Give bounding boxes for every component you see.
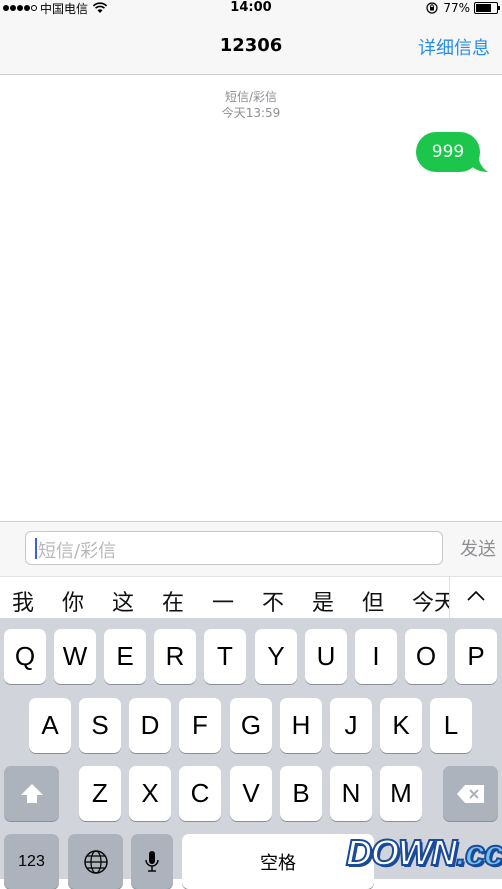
key-n[interactable]: N bbox=[330, 766, 372, 821]
shift-key[interactable] bbox=[4, 766, 59, 821]
status-bar: 中国电信 14:00 77% bbox=[0, 0, 502, 18]
orientation-lock-icon bbox=[426, 2, 438, 14]
backspace-icon bbox=[456, 784, 484, 803]
message-timestamp: 短信/彩信 今天13:59 bbox=[0, 89, 502, 121]
candidate-item[interactable]: 这 bbox=[112, 585, 134, 617]
key-q[interactable]: Q bbox=[4, 629, 46, 684]
down-cc-watermark-logo: DOWN .cc bbox=[345, 831, 502, 875]
key-b[interactable]: B bbox=[280, 766, 322, 821]
candidate-item[interactable]: 一 bbox=[212, 585, 234, 617]
message-input[interactable]: 短信/彩信 bbox=[25, 531, 443, 565]
key-j[interactable]: J bbox=[330, 698, 372, 753]
microphone-icon bbox=[145, 850, 159, 872]
expand-candidates-button[interactable] bbox=[449, 577, 502, 619]
candidate-item[interactable]: 在 bbox=[162, 585, 184, 617]
timestamp-type: 短信/彩信 bbox=[224, 90, 278, 104]
nav-bar: 12306 详细信息 bbox=[0, 18, 502, 75]
candidate-item[interactable]: 但 bbox=[362, 585, 384, 617]
candidate-item[interactable]: 我 bbox=[12, 585, 34, 617]
key-a[interactable]: A bbox=[29, 698, 71, 753]
key-o[interactable]: O bbox=[405, 629, 447, 684]
key-k[interactable]: K bbox=[380, 698, 422, 753]
candidate-item[interactable]: 不 bbox=[262, 585, 284, 617]
key-f[interactable]: F bbox=[179, 698, 221, 753]
globe-key[interactable] bbox=[68, 834, 123, 889]
battery-icon bbox=[474, 2, 500, 14]
key-c[interactable]: C bbox=[179, 766, 221, 821]
status-right: 77% bbox=[426, 0, 500, 16]
key-e[interactable]: E bbox=[104, 629, 146, 684]
key-w[interactable]: W bbox=[54, 629, 96, 684]
key-h[interactable]: H bbox=[280, 698, 322, 753]
key-p[interactable]: P bbox=[455, 629, 497, 684]
key-m[interactable]: M bbox=[380, 766, 422, 821]
key-z[interactable]: Z bbox=[79, 766, 121, 821]
key-g[interactable]: G bbox=[230, 698, 272, 753]
key-t[interactable]: T bbox=[204, 629, 246, 684]
numbers-key[interactable]: 123 bbox=[4, 834, 59, 889]
key-r[interactable]: R bbox=[154, 629, 196, 684]
input-placeholder: 短信/彩信 bbox=[38, 541, 117, 562]
delete-key[interactable] bbox=[443, 766, 498, 821]
key-v[interactable]: V bbox=[230, 766, 272, 821]
timestamp-time: 今天13:59 bbox=[221, 106, 281, 120]
key-d[interactable]: D bbox=[129, 698, 171, 753]
text-caret bbox=[35, 538, 37, 559]
candidate-item[interactable]: 是 bbox=[312, 585, 334, 617]
key-s[interactable]: S bbox=[79, 698, 121, 753]
key-i[interactable]: I bbox=[355, 629, 397, 684]
composer-bar: 短信/彩信 发送 bbox=[0, 521, 502, 577]
candidate-item[interactable]: 你 bbox=[62, 585, 84, 617]
watermark-cc: .cc bbox=[455, 831, 502, 874]
candidate-bar: 我 你 这 在 一 不 是 但 今天 bbox=[0, 576, 502, 619]
key-x[interactable]: X bbox=[129, 766, 171, 821]
shift-arrow-icon bbox=[20, 783, 43, 803]
watermark-down: DOWN bbox=[345, 831, 458, 874]
send-button[interactable]: 发送 bbox=[460, 535, 496, 561]
chevron-up-icon bbox=[467, 590, 485, 601]
dictation-key[interactable] bbox=[131, 834, 173, 889]
details-button[interactable]: 详细信息 bbox=[418, 34, 490, 60]
key-u[interactable]: U bbox=[305, 629, 347, 684]
key-l[interactable]: L bbox=[430, 698, 472, 753]
sent-message-bubble[interactable]: 999 bbox=[416, 132, 480, 172]
key-y[interactable]: Y bbox=[255, 629, 297, 684]
battery-percent: 77% bbox=[443, 1, 470, 15]
globe-icon bbox=[83, 849, 108, 874]
